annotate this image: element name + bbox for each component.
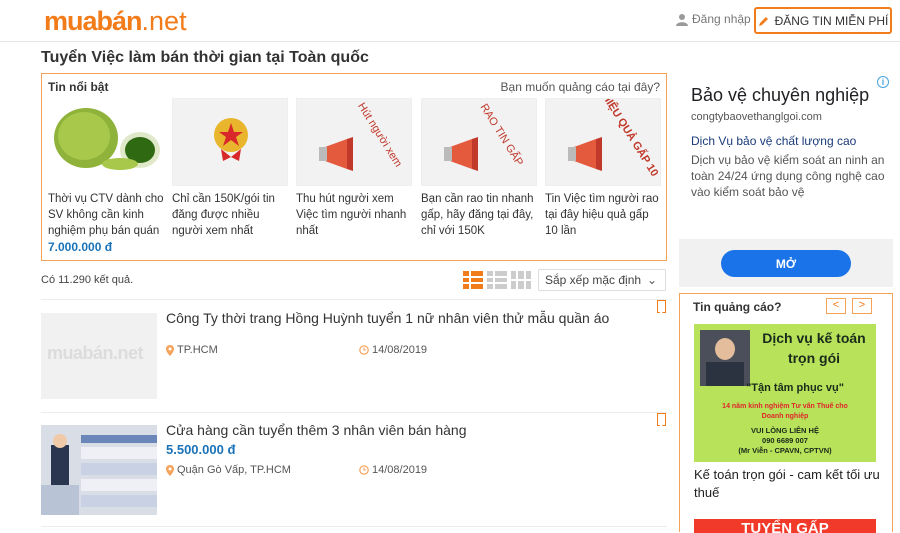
featured-card[interactable]: RAO TIN GẤP Bạn cần rao tin nhanh gấp, h…: [421, 98, 537, 239]
logo-text: muabán: [44, 6, 143, 36]
promo-line-2: Doanh nghiệp: [761, 413, 809, 420]
promo-contact: VUI LÒNG LIÊN HỆ: [751, 426, 819, 435]
featured-card[interactable]: HIỆU QUẢ GẤP 10 Tin Việc tìm người rao t…: [545, 98, 661, 239]
featured-text: Thời vụ CTV dành cho SV không cần kinh n…: [48, 193, 164, 237]
listing-location: TP.HCM: [166, 344, 218, 356]
ad-open-button[interactable]: MỞ: [721, 250, 851, 277]
promo-phone: 090 6689 007: [762, 436, 808, 445]
promo-box: Tin quảng cáo? < > Dịch vụ kế toán trọn …: [679, 293, 893, 533]
listing-date: 14/08/2019: [359, 464, 427, 476]
featured-thumb: [48, 98, 164, 186]
side-ad-body: Bảo vệ chuyên nghiệp congtybaovethanglgo…: [679, 74, 893, 239]
featured-label: Tin nổi bật: [48, 80, 109, 94]
compact-view-icon[interactable]: [487, 271, 507, 289]
store-photo: [41, 425, 157, 515]
featured-text: Tin Việc tìm người rao tại đây hiệu quả …: [545, 193, 659, 237]
listing-title[interactable]: Công Ty thời trang Hồng Huỳnh tuyển 1 nữ…: [166, 310, 609, 326]
ad-headline: Dịch Vụ bảo vệ chất lượng cao: [691, 134, 857, 148]
listing-thumb: muabán.net: [41, 313, 157, 399]
logo[interactable]: muabán.net: [44, 6, 187, 36]
promo-label: Tin quảng cáo?: [693, 300, 782, 314]
sort-select[interactable]: Sắp xếp mặc định ⌄: [538, 269, 666, 291]
promo-quote: "Tận tâm phục vụ": [746, 382, 844, 394]
featured-text: Thu hút người xem Việc tìm người nhanh n…: [296, 193, 407, 237]
featured-section: Tin nổi bật Bạn muốn quảng cáo tại đây? …: [41, 73, 667, 261]
featured-thumb: [172, 98, 288, 186]
header: muabán.net Đăng nhập ĐĂNG TIN MIỄN PHÍ: [0, 0, 900, 42]
grid-view-icon[interactable]: [511, 271, 531, 289]
featured-card[interactable]: Thời vụ CTV dành cho SV không cần kinh n…: [48, 98, 164, 255]
bookmark-icon[interactable]: [657, 413, 666, 427]
featured-thumb: HIỆU QUẢ GẤP 10: [545, 98, 661, 186]
promo-line-1: 14 năm kinh nghiệm Tư vấn Thuế cho: [722, 403, 848, 410]
advertise-link[interactable]: Bạn muốn quảng cáo tại đây?: [501, 80, 660, 94]
location-pin-icon: [166, 344, 174, 356]
user-icon: [676, 13, 688, 26]
promo-title-1: Dịch vụ kế toán: [762, 330, 866, 346]
promo-caption[interactable]: Kế toán trọn gói - cam kết tối ưu thuế: [694, 466, 884, 502]
listing-thumb: [41, 425, 157, 515]
pencil-icon: [758, 16, 768, 26]
list-view-icon[interactable]: [463, 271, 483, 289]
featured-card[interactable]: Chỉ cần 150K/gói tin đăng được nhiều ngư…: [172, 98, 288, 239]
listing-location-text: TP.HCM: [177, 344, 218, 356]
login-link[interactable]: Đăng nhập: [676, 12, 751, 26]
info-icon[interactable]: i: [877, 76, 889, 88]
login-label: Đăng nhập: [692, 12, 751, 26]
placeholder-logo: muabán.net: [47, 343, 144, 363]
featured-text: Chỉ cần 150K/gói tin đăng được nhiều ngư…: [172, 193, 275, 237]
green-tea-icon: [54, 108, 160, 170]
side-ad[interactable]: Bảo vệ chuyên nghiệp congtybaovethanglgo…: [679, 74, 893, 287]
post-free-button[interactable]: ĐĂNG TIN MIỄN PHÍ: [754, 7, 892, 34]
view-toggle: [463, 271, 531, 289]
next-button[interactable]: >: [852, 298, 872, 314]
featured-thumb: RAO TIN GẤP: [421, 98, 537, 186]
listing-date: 14/08/2019: [359, 344, 427, 356]
clock-icon: [359, 465, 369, 475]
promo-image[interactable]: Dịch vụ kế toán trọn gói "Tận tâm phục v…: [694, 324, 876, 462]
post-free-label: ĐĂNG TIN MIỄN PHÍ: [774, 13, 889, 28]
clock-icon: [359, 345, 369, 355]
listing-date-text: 14/08/2019: [372, 344, 428, 356]
listing-date-text: 14/08/2019: [372, 464, 428, 476]
listing-location-text: Quận Gò Vấp, TP.HCM: [177, 464, 291, 476]
medal-icon: [214, 118, 248, 161]
listing-location: Quận Gò Vấp, TP.HCM: [166, 464, 291, 476]
location-pin-icon: [166, 464, 174, 476]
page-title: Tuyển Việc làm bán thời gian tại Toàn qu…: [41, 49, 369, 66]
featured-card[interactable]: Hút người xem Thu hút người xem Việc tìm…: [296, 98, 412, 239]
featured-thumb: Hút người xem: [296, 98, 412, 186]
promo-title-2: trọn gói: [787, 350, 841, 366]
list-item[interactable]: Cửa hàng cần tuyển thêm 3 nhân viên bán …: [41, 413, 667, 532]
featured-price: 7.000.000 đ: [48, 240, 113, 254]
prev-button[interactable]: <: [826, 298, 846, 314]
listing-price: 5.500.000 đ: [166, 442, 236, 457]
ad-domain: congtybaovethanglgoi.com: [691, 111, 822, 123]
person-photo: [700, 330, 750, 386]
listing-title[interactable]: Cửa hàng cần tuyển thêm 3 nhân viên bán …: [166, 422, 466, 438]
list-item[interactable]: muabán.net Công Ty thời trang Hồng Huỳnh…: [41, 300, 667, 412]
divider: [41, 526, 667, 527]
promo-person: (Mr Viễn - CPAVN, CPTVN): [738, 446, 832, 455]
promo-image-2[interactable]: TUYỂN GẤP: [694, 519, 876, 533]
bookmark-icon[interactable]: [657, 300, 666, 314]
featured-text: Bạn cần rao tin nhanh gấp, hãy đăng tại …: [421, 193, 534, 237]
megaphone-icon: [568, 137, 602, 171]
logo-suffix: .net: [141, 6, 187, 36]
ad-title[interactable]: Bảo vệ chuyên nghiệp: [691, 85, 869, 106]
chevron-down-icon: ⌄: [646, 273, 657, 287]
sort-label: Sắp xếp mặc định: [545, 273, 642, 287]
megaphone-icon: [319, 137, 353, 171]
ad-description: Dịch vụ bảo vệ kiểm soát an ninh an toàn…: [691, 153, 885, 199]
result-count: Có 11.290 kết quả.: [41, 274, 134, 286]
